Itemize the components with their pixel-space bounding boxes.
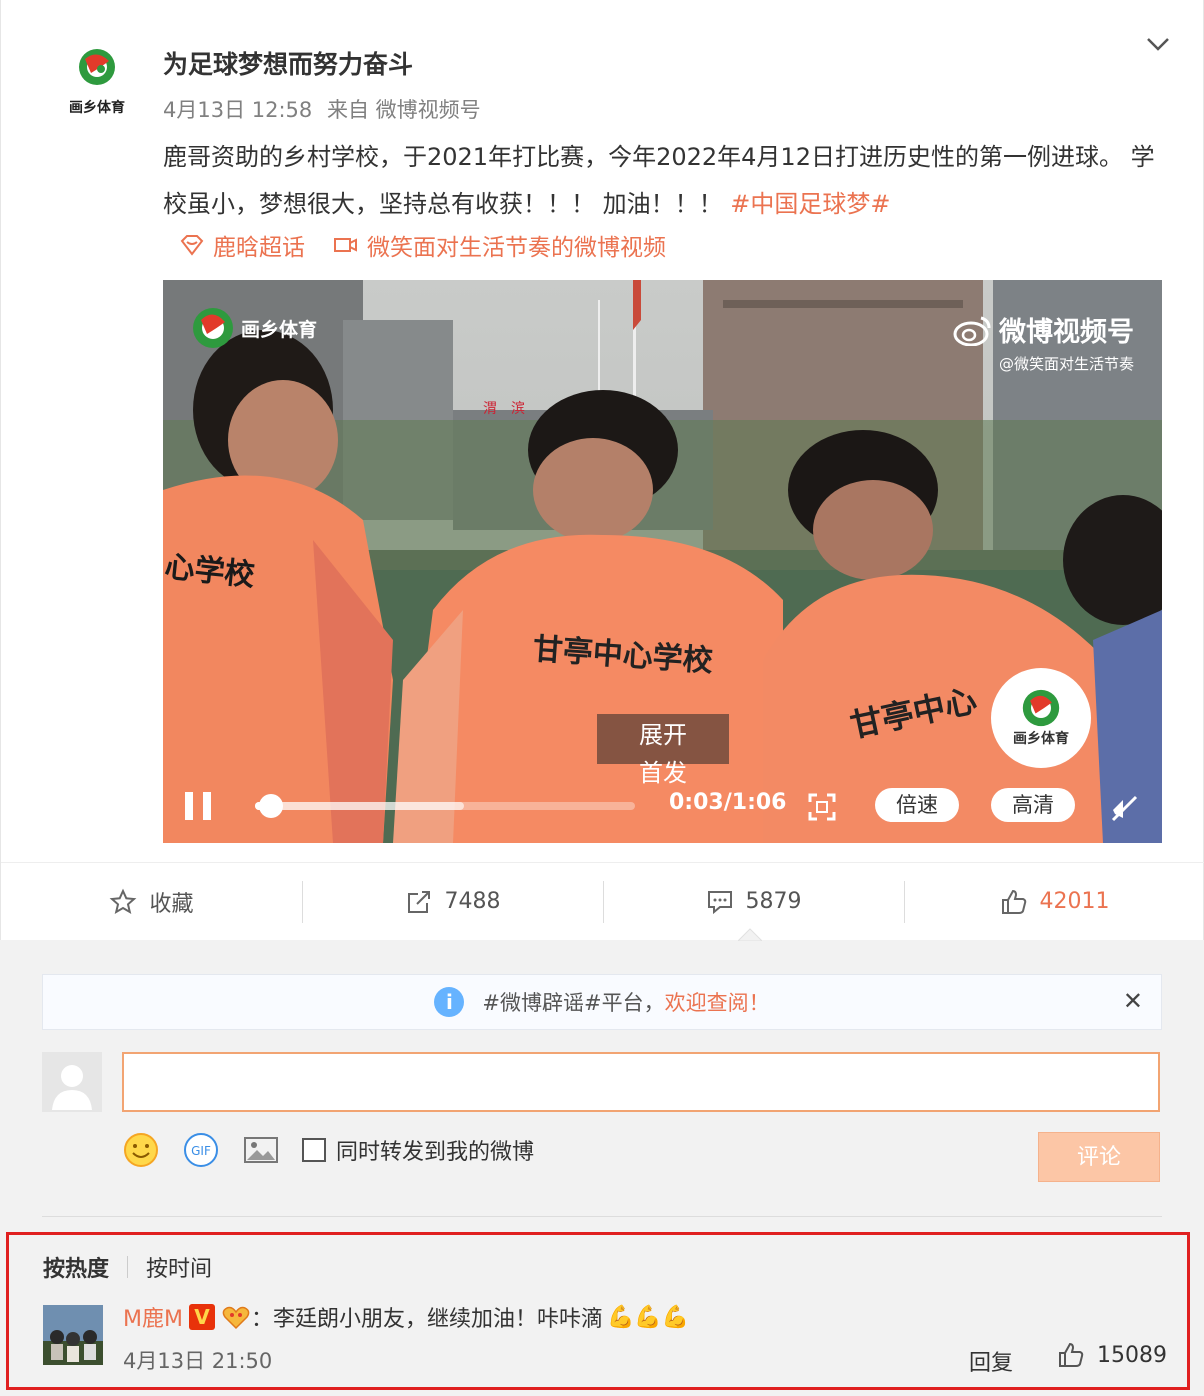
buffer-indicator xyxy=(255,802,464,810)
post-tags: 鹿晗超话 微笑面对生活节奏的微博视频 xyxy=(179,228,694,262)
forward-checkbox[interactable]: 同时转发到我的微博 xyxy=(302,1134,534,1166)
quality-button[interactable]: 高清 xyxy=(991,788,1075,822)
favorite-button[interactable]: 收藏 xyxy=(1,863,302,940)
post-meta: 4月13日 12:58 来自 微博视频号 xyxy=(163,94,489,124)
emoji-icon[interactable] xyxy=(122,1131,160,1169)
pause-button[interactable] xyxy=(185,792,211,820)
comment-like-count: 15089 xyxy=(1097,1342,1167,1368)
post-text: 鹿哥资助的乡村学校，于2021年打比赛，今年2022年4月12日打进历史性的第一… xyxy=(163,143,1155,218)
tag-supertopic[interactable]: 鹿晗超话 xyxy=(179,228,305,262)
fan-badge-icon xyxy=(222,1306,250,1330)
composer-tools: GIF 同时转发到我的微博 xyxy=(122,1130,534,1170)
gif-icon[interactable]: GIF xyxy=(182,1131,220,1169)
brand-logo-icon xyxy=(193,308,233,348)
notice-link[interactable]: 欢迎查阅！ xyxy=(665,987,770,1017)
verified-badge-icon: V xyxy=(188,1304,215,1330)
forward-label: 同时转发到我的微博 xyxy=(336,1140,535,1165)
image-icon[interactable] xyxy=(242,1131,280,1169)
weibo-logo-icon xyxy=(953,316,991,346)
comment-sort: 按热度 按时间 xyxy=(43,1251,212,1283)
comment-icon xyxy=(707,890,732,914)
post-actions: 收藏 7488 5879 42011 xyxy=(1,862,1204,940)
video-tag-icon xyxy=(334,238,357,252)
sort-by-time[interactable]: 按时间 xyxy=(146,1251,212,1283)
post-date[interactable]: 4月13日 12:58 xyxy=(163,98,312,122)
comment-input[interactable] xyxy=(122,1052,1160,1112)
author-avatar[interactable]: 画乡体育 xyxy=(59,45,135,125)
author-logo-caption: 画乡体育 xyxy=(69,100,125,116)
like-button[interactable]: 42011 xyxy=(904,863,1204,940)
thumbs-up-icon xyxy=(1059,1342,1084,1367)
sort-separator xyxy=(127,1256,129,1278)
comments-section: 按热度 按时间 M鹿M V ：李廷朗小朋友，继续加油！咔咔滴 💪💪💪 4月13日… xyxy=(6,1232,1190,1390)
comment-time: 4月13日 21:50 xyxy=(123,1349,273,1373)
building-sign: 渭滨 xyxy=(483,401,539,417)
video-player[interactable]: 心学校 甘亭中心学校 甘亭中心 渭滨 画乡体育 微博视频号 @微笑面对生活节奏 xyxy=(163,280,1162,843)
pause-icon xyxy=(185,792,193,820)
default-avatar-icon xyxy=(42,1052,102,1112)
commenter-avatar[interactable] xyxy=(43,1305,103,1365)
divider xyxy=(42,1216,1162,1217)
svg-text:GIF: GIF xyxy=(191,1144,211,1158)
comment-text: ：李廷朗小朋友，继续加油！咔咔滴 xyxy=(250,1307,603,1332)
tag-label: 鹿晗超话 xyxy=(213,235,305,261)
like-count: 42011 xyxy=(1039,889,1110,914)
progress-bar[interactable] xyxy=(255,794,635,818)
post-hashtag[interactable]: #中国足球梦# xyxy=(730,190,890,218)
video-logo-text: 画乡体育 xyxy=(1013,731,1069,747)
post-source[interactable]: 来自 微博视频号 xyxy=(327,98,481,122)
video-logo-bottomright: 画乡体育 xyxy=(991,668,1091,768)
video-logo-topleft: 画乡体育 xyxy=(191,306,317,350)
video-watermark: 微博视频号 @微笑面对生活节奏 xyxy=(953,310,1134,374)
speed-button[interactable]: 倍速 xyxy=(875,788,959,822)
progress-knob[interactable] xyxy=(258,794,283,818)
comment-content: M鹿M V ：李廷朗小朋友，继续加油！咔咔滴 💪💪💪 xyxy=(123,1301,689,1333)
watermark-title: 微博视频号 xyxy=(999,317,1134,348)
comment-caret xyxy=(738,928,762,941)
submit-comment-button[interactable]: 评论 xyxy=(1038,1132,1160,1182)
repost-count: 7488 xyxy=(444,889,501,914)
tag-label: 微笑面对生活节奏的微博视频 xyxy=(367,235,666,261)
commenter-photo xyxy=(43,1305,103,1365)
commenter-name[interactable]: M鹿M xyxy=(123,1301,183,1333)
video-controls: 0:03/1:06 倍速 高清 xyxy=(163,780,1162,840)
timecode: 0:03/1:06 xyxy=(669,790,787,815)
share-icon xyxy=(407,890,430,913)
rumor-notice: i #微博辟谣#平台， 欢迎查阅！ ✕ xyxy=(42,974,1162,1030)
checkbox-box[interactable] xyxy=(302,1138,326,1162)
post-body: 鹿哥资助的乡村学校，于2021年打比赛，今年2022年4月12日打进历史性的第一… xyxy=(163,134,1163,228)
comment-like-button[interactable]: 15089 xyxy=(1057,1341,1167,1369)
chevron-down-icon[interactable] xyxy=(1143,30,1173,58)
my-avatar xyxy=(42,1052,102,1112)
fullscreen-icon[interactable] xyxy=(807,792,837,822)
sort-by-hot[interactable]: 按热度 xyxy=(43,1251,109,1283)
watermark-sub: @微笑面对生活节奏 xyxy=(998,355,1134,373)
notice-text: #微博辟谣#平台， xyxy=(482,991,665,1015)
favorite-label: 收藏 xyxy=(149,891,194,917)
author-name[interactable]: 为足球梦想而努力奋斗 xyxy=(163,45,413,81)
weibo-post-card: 画乡体育 为足球梦想而努力奋斗 4月13日 12:58 来自 微博视频号 鹿哥资… xyxy=(0,0,1204,940)
brand-logo-icon xyxy=(1022,689,1060,727)
supertopic-icon xyxy=(180,235,204,256)
thumbs-up-icon xyxy=(1001,889,1026,914)
close-icon[interactable]: ✕ xyxy=(1123,987,1143,1015)
reply-button[interactable]: 回复 xyxy=(969,1345,1013,1377)
video-logo-text: 画乡体育 xyxy=(241,318,318,341)
info-icon: i xyxy=(434,987,465,1017)
comment-count: 5879 xyxy=(745,889,802,914)
jersey-text-left: 心学校 xyxy=(163,549,257,594)
star-icon xyxy=(110,888,137,914)
mute-icon[interactable] xyxy=(1109,792,1139,822)
tag-video-channel[interactable]: 微笑面对生活节奏的微博视频 xyxy=(333,228,666,262)
comment-emoji: 💪💪💪 xyxy=(606,1304,690,1330)
repost-button[interactable]: 7488 xyxy=(302,863,603,940)
